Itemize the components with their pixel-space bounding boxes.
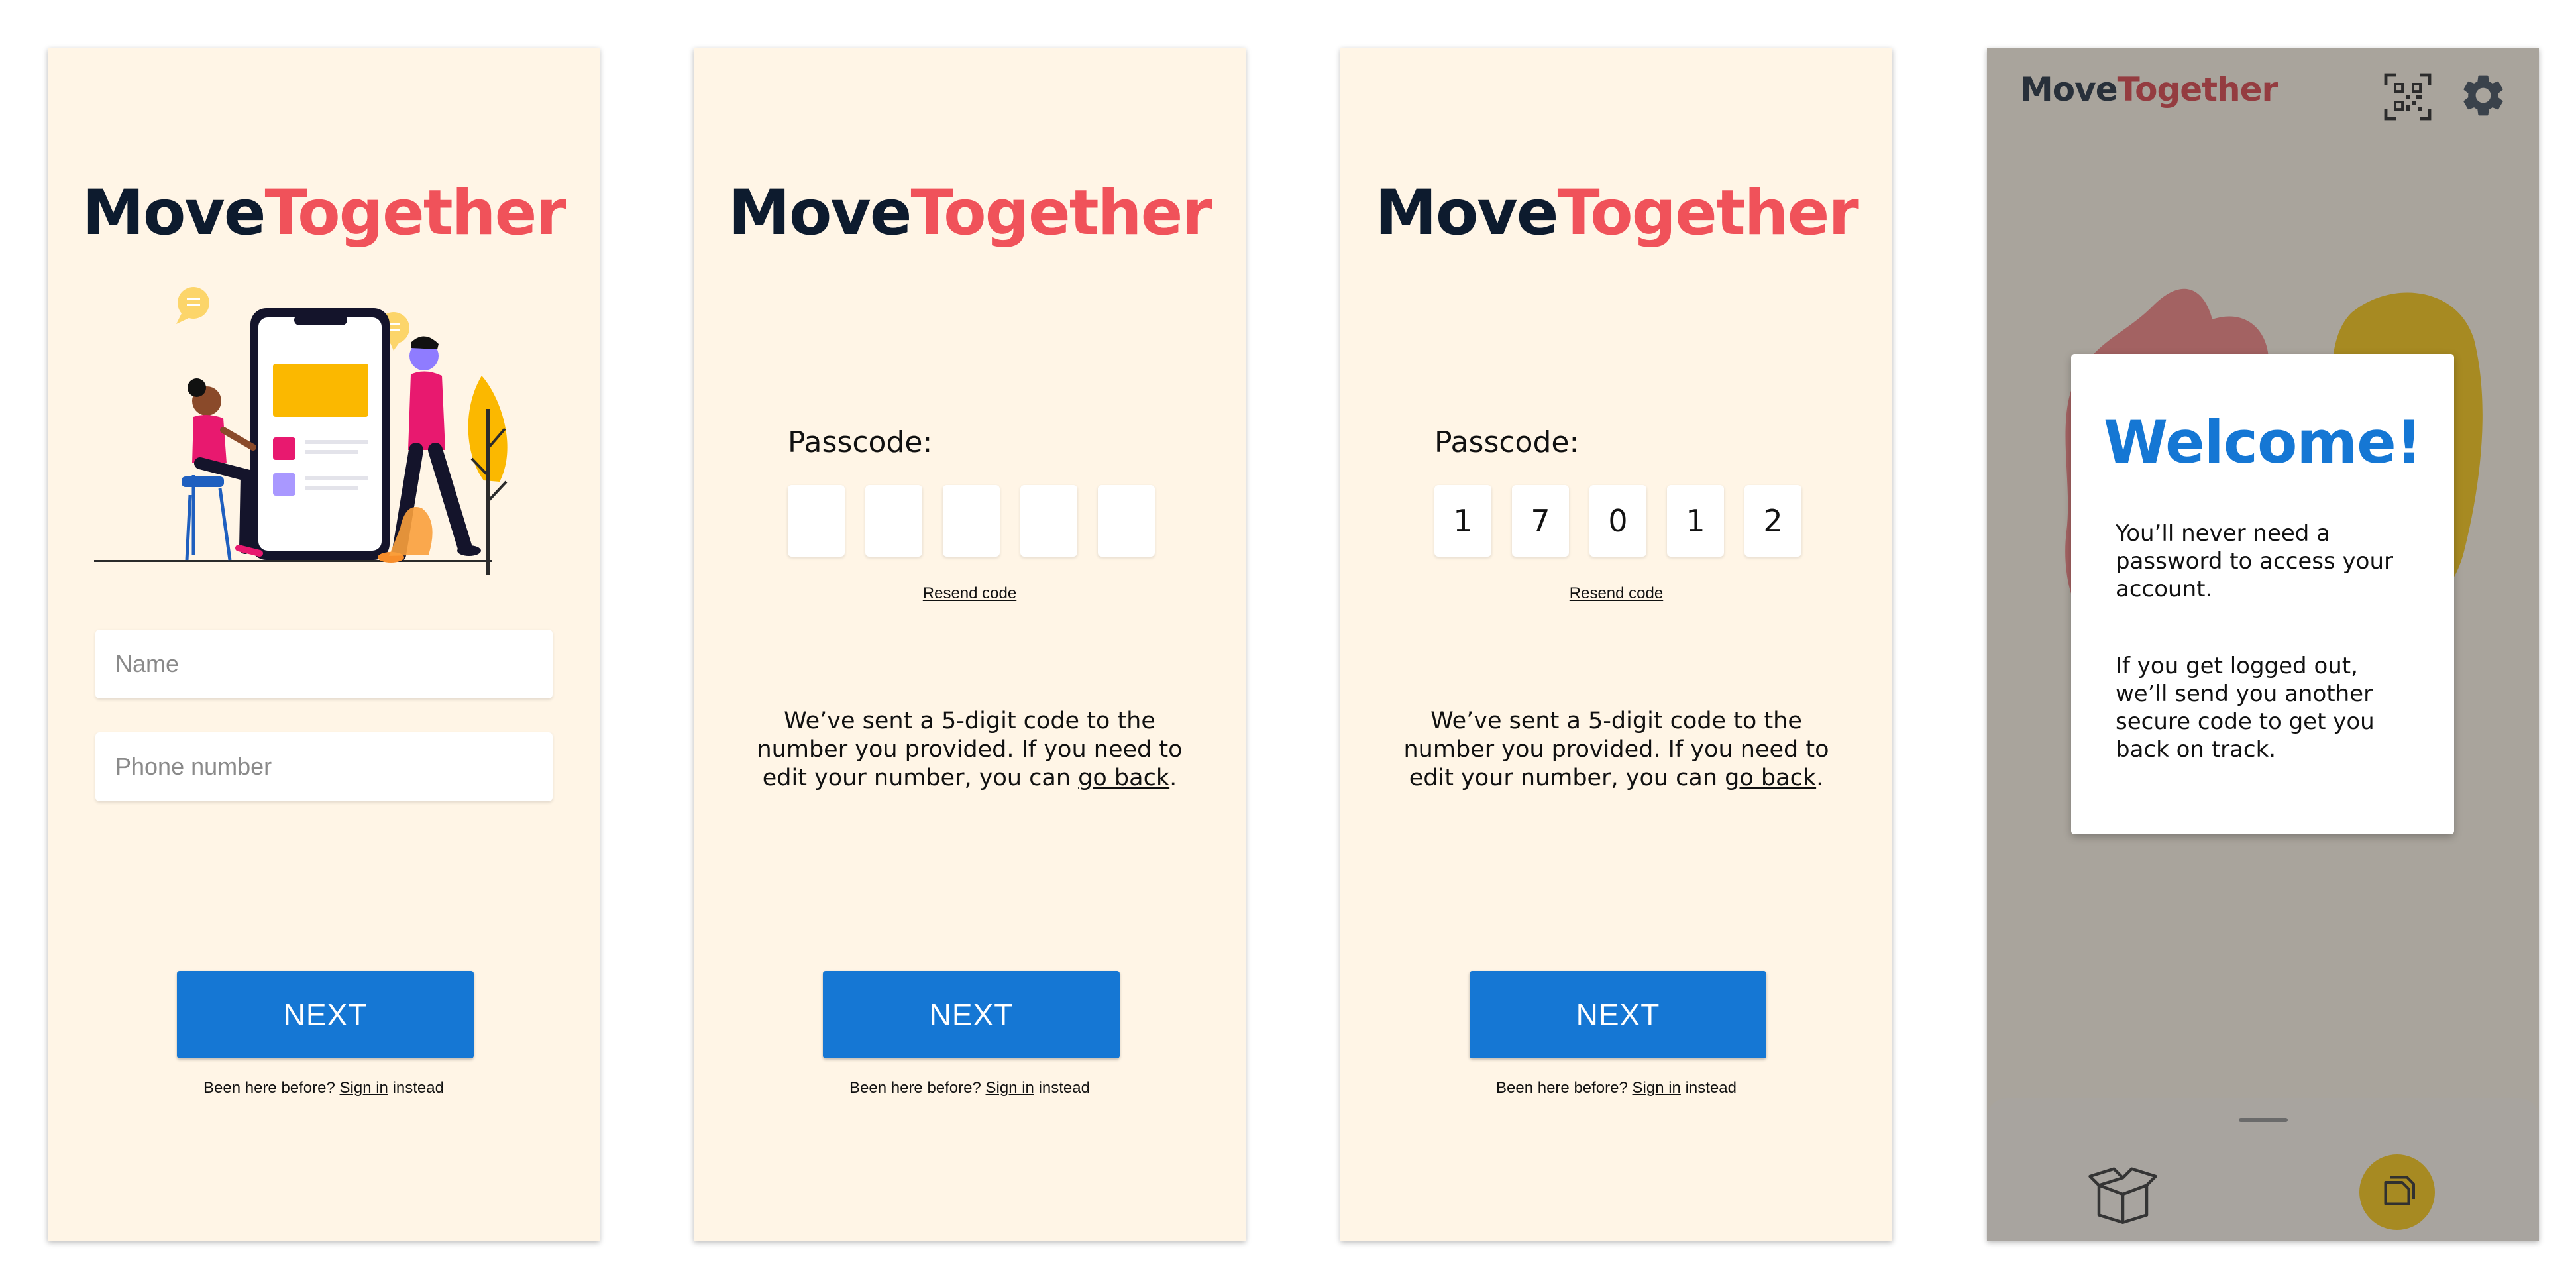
- walking-man: [378, 336, 481, 563]
- passcode-screen-empty: MoveTogether Passcode: Resend code We’ve…: [694, 48, 1246, 1241]
- verification-message: We’ve sent a 5-digit code to the number …: [1387, 707, 1846, 793]
- go-back-link[interactable]: go back: [1725, 765, 1816, 791]
- speech-bubble-left: [176, 287, 209, 324]
- welcome-title: Welcome!: [2104, 408, 2422, 476]
- signin-prefix: Been here before?: [849, 1079, 986, 1097]
- app-logo: MoveTogether: [48, 177, 600, 249]
- phone-number-input[interactable]: [95, 732, 553, 801]
- signin-prompt: Been here before? Sign in instead: [694, 1079, 1246, 1097]
- logo-together: Together: [910, 177, 1212, 249]
- message-end: .: [1169, 765, 1177, 791]
- next-button[interactable]: NEXT: [823, 971, 1120, 1058]
- code-digit-input[interactable]: [1098, 485, 1155, 557]
- signin-link[interactable]: Sign in: [986, 1079, 1034, 1097]
- signin-link[interactable]: Sign in: [340, 1079, 388, 1097]
- signup-screen: MoveTogether Name Phone number NEXT Been…: [48, 48, 600, 1241]
- code-digit-input[interactable]: 1: [1667, 485, 1724, 557]
- signin-suffix: instead: [1034, 1079, 1090, 1097]
- home-screen-welcome: MoveTogether Welcome! You’ll never need …: [1987, 48, 2539, 1241]
- code-digit-input[interactable]: [943, 485, 1000, 557]
- seated-woman: [182, 378, 263, 561]
- signin-suffix: instead: [1680, 1079, 1737, 1097]
- code-digit-input[interactable]: 2: [1744, 485, 1801, 557]
- logo-together: Together: [264, 177, 566, 249]
- code-digit-input[interactable]: 1: [1434, 485, 1491, 557]
- welcome-dialog: Welcome! You’ll never need a password to…: [2071, 354, 2454, 834]
- logo-move: Move: [728, 177, 912, 249]
- resend-code-link[interactable]: Resend code: [694, 585, 1246, 603]
- code-digit-input[interactable]: 0: [1589, 485, 1646, 557]
- welcome-paragraph-2: If you get logged out, we’ll send you an…: [2116, 653, 2375, 763]
- code-digit-input[interactable]: [788, 485, 845, 557]
- signin-prefix: Been here before?: [1496, 1079, 1633, 1097]
- go-back-link[interactable]: go back: [1078, 765, 1169, 791]
- signin-link[interactable]: Sign in: [1633, 1079, 1681, 1097]
- passcode-label: Passcode:: [1434, 425, 1580, 459]
- passcode-label: Passcode:: [788, 425, 933, 459]
- next-button[interactable]: NEXT: [1470, 971, 1766, 1058]
- phone-people-illustration: [94, 287, 508, 575]
- code-digit-input[interactable]: [865, 485, 922, 557]
- signin-prompt: Been here before? Sign in instead: [1340, 1079, 1892, 1097]
- phone: [250, 308, 390, 560]
- logo-move: Move: [1375, 177, 1558, 249]
- name-input[interactable]: [95, 630, 553, 698]
- plant: [468, 376, 508, 575]
- code-digit-input[interactable]: [1020, 485, 1077, 557]
- resend-code-link[interactable]: Resend code: [1340, 585, 1892, 603]
- verification-message: We’ve sent a 5-digit code to the number …: [740, 707, 1199, 793]
- logo-together: Together: [1557, 177, 1858, 249]
- passcode-screen-filled: MoveTogether Passcode: 1 7 0 1 2 Resend …: [1340, 48, 1892, 1241]
- app-logo: MoveTogether: [694, 177, 1246, 249]
- app-logo: MoveTogether: [1340, 177, 1892, 249]
- next-button[interactable]: NEXT: [177, 971, 474, 1058]
- logo-move: Move: [82, 177, 266, 249]
- signin-prompt: Been here before? Sign in instead: [48, 1079, 600, 1097]
- message-end: .: [1816, 765, 1824, 791]
- welcome-paragraph-1: You’ll never need a password to access y…: [2116, 520, 2393, 602]
- signin-suffix: instead: [388, 1079, 444, 1097]
- signin-prefix: Been here before?: [203, 1079, 340, 1097]
- code-digit-input[interactable]: 7: [1512, 485, 1569, 557]
